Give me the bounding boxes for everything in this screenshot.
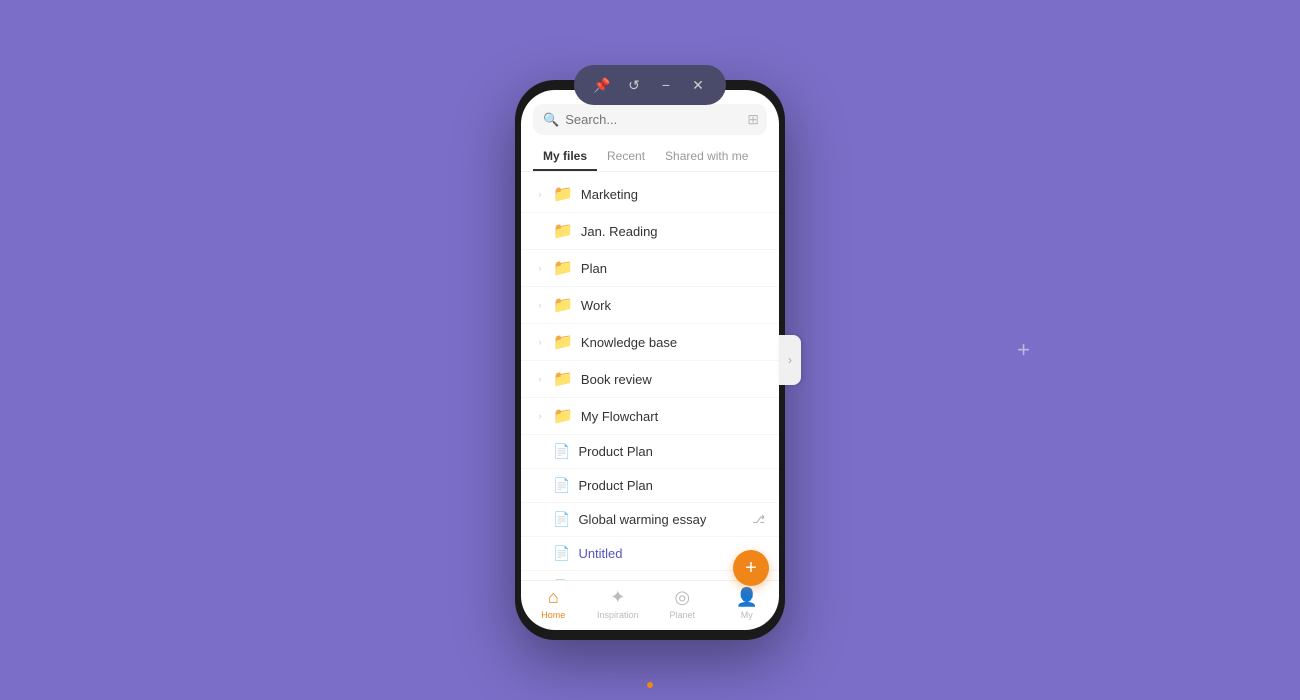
nav-inspiration-label: Inspiration — [597, 610, 639, 620]
close-button[interactable]: ✕ — [684, 71, 712, 99]
chevron-icon: › — [535, 337, 545, 347]
nav-planet[interactable]: ◎ Planet — [650, 587, 715, 620]
nav-home-label: Home — [541, 610, 565, 620]
phone-frame: 🔍 ⊞ My files Recent Shared with me › 📁 M… — [515, 80, 785, 640]
list-item[interactable]: › 📁 Book review — [521, 361, 779, 398]
nav-my-label: My — [741, 610, 753, 620]
bottom-nav: ⌂ Home ✦ Inspiration ◎ Planet 👤 My — [521, 580, 779, 630]
folder-icon: 📁 — [553, 332, 573, 352]
planet-icon: ◎ — [674, 587, 690, 608]
list-item[interactable]: › 📁 Knowledge base — [521, 324, 779, 361]
side-panel[interactable]: › — [779, 335, 801, 385]
side-arrow-icon: › — [788, 353, 792, 367]
home-icon: ⌂ — [548, 587, 559, 608]
chevron-icon: › — [535, 374, 545, 384]
list-item[interactable]: 📄 Global warming essay ⎇ — [521, 503, 779, 537]
search-icon: 🔍 — [543, 112, 559, 128]
folder-icon: 📁 — [553, 184, 573, 204]
file-name: Product Plan — [578, 444, 765, 459]
file-list: › 📁 Marketing 📁 Jan. Reading › 📁 Plan › … — [521, 176, 779, 580]
chevron-icon — [535, 481, 545, 491]
chevron-icon — [535, 226, 545, 236]
nav-my[interactable]: 👤 My — [715, 587, 780, 620]
orange-dot — [647, 682, 653, 688]
window-controls-bar: 📌 ↺ − ✕ — [574, 65, 726, 105]
doc-icon: 📄 — [553, 511, 570, 528]
file-name: Book review — [581, 372, 765, 387]
fab-plus-icon: + — [745, 558, 757, 578]
file-name: Knowledge base — [581, 335, 765, 350]
search-input[interactable] — [565, 112, 741, 127]
nav-planet-label: Planet — [669, 610, 695, 620]
file-name: Product Plan — [578, 478, 765, 493]
share-icon: ⎇ — [752, 513, 765, 526]
chevron-icon — [535, 549, 545, 559]
nav-home[interactable]: ⌂ Home — [521, 587, 586, 620]
list-item[interactable]: › 📁 My Flowchart — [521, 398, 779, 435]
list-item[interactable]: 📁 Jan. Reading — [521, 213, 779, 250]
my-icon: 👤 — [736, 587, 758, 608]
pin-button[interactable]: 📌 — [588, 71, 616, 99]
list-item[interactable]: › 📁 Marketing — [521, 176, 779, 213]
chevron-icon: › — [535, 411, 545, 421]
chevron-icon — [535, 447, 545, 457]
history-button[interactable]: ↺ — [620, 71, 648, 99]
doc-icon: 📄 — [553, 443, 570, 460]
chevron-icon — [535, 515, 545, 525]
add-outside-icon: + — [1017, 337, 1030, 363]
tab-recent[interactable]: Recent — [597, 143, 655, 171]
inspiration-icon: ✦ — [610, 587, 625, 608]
list-item[interactable]: 📄 Product Plan — [521, 469, 779, 503]
tab-my-files[interactable]: My files — [533, 143, 597, 171]
search-bar[interactable]: 🔍 ⊞ — [533, 104, 767, 135]
folder-icon: 📁 — [553, 406, 573, 426]
file-name: Plan — [581, 261, 765, 276]
file-name: Global warming essay — [578, 512, 744, 527]
folder-icon: 📁 — [553, 221, 573, 241]
chevron-icon: › — [535, 300, 545, 310]
tabs-bar: My files Recent Shared with me — [521, 143, 779, 172]
minimize-button[interactable]: − — [652, 71, 680, 99]
list-item[interactable]: 📄 Product Plan — [521, 435, 779, 469]
doc-icon: 📄 — [553, 579, 570, 580]
list-item[interactable]: › 📁 Plan — [521, 250, 779, 287]
file-name: Jan. Reading — [581, 224, 765, 239]
chevron-icon: › — [535, 263, 545, 273]
fab-button[interactable]: + — [733, 550, 769, 586]
list-item[interactable]: › 📁 Work — [521, 287, 779, 324]
doc-icon: 📄 — [553, 545, 570, 562]
doc-icon: 📄 — [553, 477, 570, 494]
file-name: Work — [581, 298, 765, 313]
chevron-icon: › — [535, 189, 545, 199]
phone-screen: 🔍 ⊞ My files Recent Shared with me › 📁 M… — [521, 90, 779, 630]
grid-icon[interactable]: ⊞ — [747, 111, 759, 128]
folder-icon: 📁 — [553, 369, 573, 389]
file-name: Marketing — [581, 187, 765, 202]
folder-icon: 📁 — [553, 258, 573, 278]
folder-icon: 📁 — [553, 295, 573, 315]
tab-shared[interactable]: Shared with me — [655, 143, 758, 171]
file-name: My Flowchart — [581, 409, 765, 424]
nav-inspiration[interactable]: ✦ Inspiration — [586, 587, 651, 620]
